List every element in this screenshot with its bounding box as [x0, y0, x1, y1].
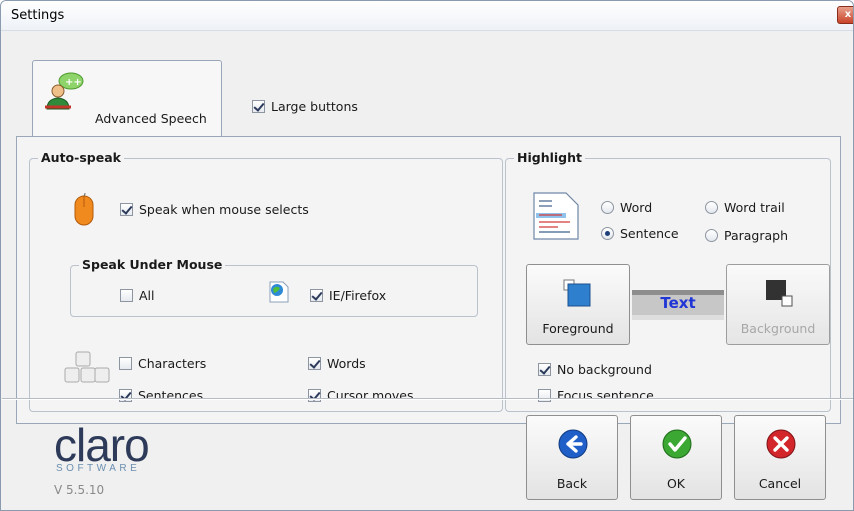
cursor-moves-checkbox[interactable] [308, 389, 321, 402]
highlight-paragraph-label: Paragraph [724, 228, 789, 243]
browser-globe-icon [267, 280, 291, 308]
back-label: Back [556, 476, 588, 491]
highlight-paragraph-radio[interactable] [705, 229, 718, 242]
claro-logo: claro [54, 419, 150, 471]
window-client-area: ++ Advanced Speech Large buttons Auto-sp… [2, 32, 853, 510]
sentences-checkbox[interactable] [119, 389, 132, 402]
sentences-option[interactable]: Sentences [119, 388, 203, 403]
ok-button[interactable]: OK [630, 415, 722, 500]
background-label: Background [740, 321, 816, 336]
footer-separator [2, 398, 853, 400]
advanced-speech-panel: Auto-speak Speak when mouse selects Spea… [16, 136, 841, 424]
speak-when-mouse-selects-option[interactable]: Speak when mouse selects [120, 202, 309, 217]
cancel-button[interactable]: Cancel [734, 415, 826, 500]
cancel-x-icon [765, 428, 797, 463]
background-color-icon [765, 279, 795, 312]
svg-text:++: ++ [65, 77, 82, 88]
settings-window: Settings x ++ Advanced Speech Large butt… [0, 0, 854, 511]
speak-under-mouse-title: Speak Under Mouse [79, 257, 226, 272]
auto-speak-group: Auto-speak Speak when mouse selects Spea… [29, 150, 503, 412]
back-arrow-icon [557, 428, 589, 463]
no-background-option[interactable]: No background [538, 362, 652, 377]
all-label: All [139, 288, 155, 303]
checkmark-icon [661, 428, 693, 463]
highlight-preview-text: Text [660, 294, 696, 312]
speak-when-mouse-selects-checkbox[interactable] [120, 203, 133, 216]
highlight-sentence-label: Sentence [620, 226, 679, 241]
highlight-sentence-option[interactable]: Sentence [601, 226, 679, 241]
ie-firefox-checkbox[interactable] [310, 289, 323, 302]
highlight-group: Highlight Word Word trail Sentence Parag… [505, 150, 831, 412]
no-background-checkbox[interactable] [538, 363, 551, 376]
document-highlight-icon [532, 191, 580, 245]
foreground-button[interactable]: Foreground [526, 264, 630, 345]
words-option[interactable]: Words [308, 356, 366, 371]
title-bar: Settings x [1, 1, 853, 31]
words-checkbox[interactable] [308, 357, 321, 370]
highlight-word-radio[interactable] [601, 201, 614, 214]
characters-option[interactable]: Characters [119, 356, 206, 371]
cursor-moves-label: Cursor moves [327, 388, 414, 403]
window-title: Settings [11, 8, 65, 23]
large-buttons-label: Large buttons [271, 99, 358, 114]
all-checkbox[interactable] [120, 289, 133, 302]
characters-label: Characters [138, 356, 207, 371]
background-button[interactable]: Background [726, 264, 830, 345]
back-button[interactable]: Back [526, 415, 618, 500]
version-label: V 5.5.10 [54, 483, 105, 497]
highlight-sentence-radio[interactable] [601, 227, 614, 240]
ie-firefox-option[interactable]: IE/Firefox [310, 288, 386, 303]
large-buttons-option[interactable]: Large buttons [252, 99, 358, 114]
foreground-label: Foreground [542, 321, 614, 336]
all-option[interactable]: All [120, 288, 155, 303]
highlight-word-trail-option[interactable]: Word trail [705, 200, 785, 215]
speech-user-icon: ++ [41, 69, 85, 113]
highlight-word-trail-radio[interactable] [705, 201, 718, 214]
tab-label: Advanced Speech [95, 111, 207, 126]
highlight-paragraph-option[interactable]: Paragraph [705, 228, 788, 243]
highlight-preview: Text [632, 290, 724, 320]
ok-label: OK [666, 476, 686, 491]
auto-speak-title: Auto-speak [38, 150, 124, 165]
focus-sentence-checkbox[interactable] [538, 389, 551, 402]
tab-advanced-speech[interactable]: ++ Advanced Speech [32, 60, 222, 137]
speak-when-mouse-selects-label: Speak when mouse selects [139, 202, 309, 217]
ie-firefox-label: IE/Firefox [329, 288, 387, 303]
cursor-moves-option[interactable]: Cursor moves [308, 388, 414, 403]
no-background-label: No background [557, 362, 652, 377]
highlight-word-option[interactable]: Word [601, 200, 652, 215]
characters-checkbox[interactable] [119, 357, 132, 370]
speak-under-mouse-group: Speak Under Mouse All IE/Firefox [70, 257, 478, 317]
claro-logo-subtitle: SOFTWARE [56, 463, 141, 474]
mouse-icon [74, 190, 94, 231]
highlight-title: Highlight [514, 150, 585, 165]
highlight-word-label: Word [620, 200, 653, 215]
sentences-label: Sentences [138, 388, 204, 403]
highlight-word-trail-label: Word trail [724, 200, 785, 215]
cancel-label: Cancel [758, 476, 802, 491]
close-button[interactable]: x [837, 6, 853, 24]
foreground-color-icon [563, 279, 593, 312]
keyboard-keys-icon [64, 351, 110, 389]
focus-sentence-label: Focus sentence [557, 388, 654, 403]
words-label: Words [327, 356, 366, 371]
focus-sentence-option[interactable]: Focus sentence [538, 388, 654, 403]
large-buttons-checkbox[interactable] [252, 100, 265, 113]
